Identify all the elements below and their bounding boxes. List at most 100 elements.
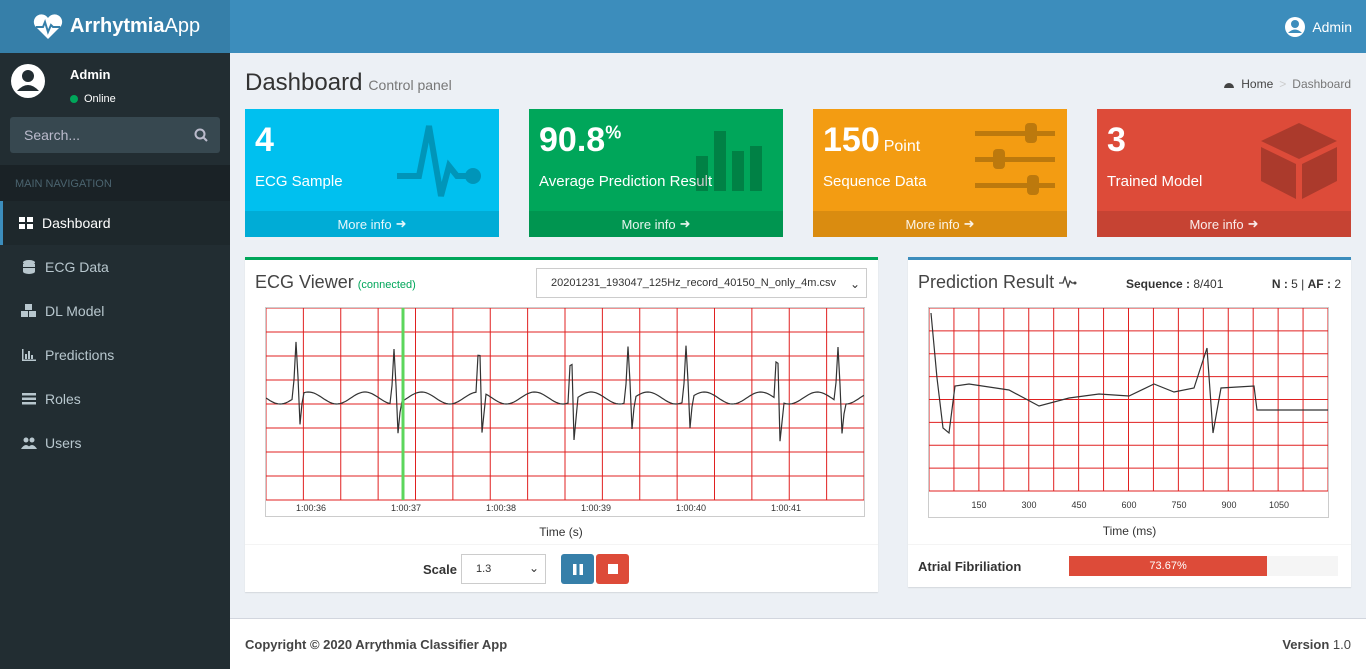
more-info-link[interactable]: More info ➜ <box>245 211 499 237</box>
version-value: 1.0 <box>1332 637 1351 652</box>
sidebar-item-dashboard[interactable]: Dashboard <box>0 201 230 245</box>
more-info-link[interactable]: More info ➜ <box>813 211 1067 237</box>
stat-value: 150 Point <box>823 121 920 160</box>
copyright-text: Copyright © 2020 Arrythmia Classifier Ap… <box>245 637 508 652</box>
more-info-link[interactable]: More info ➜ <box>1097 211 1351 237</box>
stat-number: 3 <box>1107 121 1126 159</box>
scale-select[interactable]: 1.3 ⌄ <box>461 554 546 584</box>
connection-status: (connected) <box>357 279 416 291</box>
search-icon[interactable] <box>194 128 208 142</box>
dashboard-icon <box>18 217 34 229</box>
version-info: Version 1.0 <box>1282 637 1351 652</box>
chevron-down-icon: ⌄ <box>528 561 539 575</box>
user-circle-icon <box>1285 16 1306 37</box>
pause-button[interactable] <box>561 554 594 584</box>
breadcrumb-separator: > <box>1279 77 1287 91</box>
sidebar: Admin Online Search... MAIN NAVIGATION D… <box>0 53 230 669</box>
more-info-text: More info <box>1189 216 1244 232</box>
chevron-down-icon: ⌄ <box>849 277 860 291</box>
sequence-value: 8/401 <box>1193 277 1224 291</box>
users-icon <box>21 437 37 449</box>
af-label: AF : <box>1307 277 1331 291</box>
stat-value: 3 <box>1107 121 1126 160</box>
status-text: Online <box>84 93 116 105</box>
arrow-circle-right-icon: ➜ <box>395 216 407 231</box>
more-info-link[interactable]: More info ➜ <box>529 211 783 237</box>
stat-label: Sequence Data <box>823 173 927 190</box>
stat-label: ECG Sample <box>255 173 343 190</box>
sliders-icon <box>975 123 1055 195</box>
ecg-chart-svg: 1:00:36 1:00:37 1:00:38 1:00:39 1:00:40 1:00:… <box>249 307 865 513</box>
panel-divider <box>908 544 1351 545</box>
arrow-circle-right-icon: ➜ <box>1247 216 1259 231</box>
x-tick-label: 1:00:40 <box>676 503 706 513</box>
page-title-text: Dashboard <box>245 69 363 96</box>
stat-box-sequence-data: 150 Point Sequence Data More info ➜ <box>813 109 1067 237</box>
result-progress-bar: 73.67% <box>1069 556 1338 576</box>
sidebar-nav: Dashboard ECG Data DL Model Predictions … <box>0 201 230 465</box>
footer: Copyright © 2020 Arrythmia Classifier Ap… <box>230 618 1366 669</box>
selected-file: 20201231_193047_125Hz_record_40150_N_onl… <box>551 277 836 289</box>
af-value: 2 <box>1334 277 1341 291</box>
stat-label: Trained Model <box>1107 173 1203 190</box>
prediction-chart: 1503004506007509001050Amplitude <box>910 307 1329 518</box>
nav-header: MAIN NAVIGATION <box>0 165 230 201</box>
breadcrumb-home[interactable]: Home <box>1241 77 1273 91</box>
sidebar-item-roles[interactable]: Roles <box>0 377 230 421</box>
sidebar-item-users[interactable]: Users <box>0 421 230 465</box>
x-tick-label: 750 <box>1171 500 1186 510</box>
sequence-label: Sequence : <box>1126 277 1191 291</box>
ecg-viewer-title: ECG Viewer (connected) <box>255 272 416 293</box>
top-navbar: Arrhytmia App Admin <box>0 0 1366 53</box>
prediction-title-text: Prediction Result <box>918 272 1055 292</box>
x-tick-label: 1050 <box>1269 500 1289 510</box>
panel-divider <box>245 544 878 545</box>
sidebar-item-label: Users <box>45 435 82 451</box>
stat-number: 150 <box>823 121 880 159</box>
list-icon <box>21 393 37 405</box>
more-info-text: More info <box>905 216 960 232</box>
n-value: 5 <box>1291 277 1298 291</box>
user-menu[interactable]: Admin <box>1284 0 1352 53</box>
stat-box-ecg-sample: 4 ECG Sample More info ➜ <box>245 109 499 237</box>
heartbeat-icon <box>397 125 481 197</box>
result-label: Atrial Fibriliation <box>918 559 1022 574</box>
cube-icon <box>1261 123 1337 199</box>
version-label: Version <box>1282 637 1330 652</box>
main-content: Dashboard Control panel Home > Dashboard … <box>230 53 1366 618</box>
app-logo[interactable]: Arrhytmia App <box>0 0 230 53</box>
user-panel: Admin Online <box>0 53 230 115</box>
prediction-title: Prediction Result <box>918 272 1077 293</box>
bar-chart-icon <box>696 131 762 191</box>
page-title: Dashboard Control panel <box>245 69 452 97</box>
search-input[interactable]: Search... <box>24 127 80 143</box>
x-tick-label: 1:00:36 <box>296 503 326 513</box>
heartbeat-logo-icon <box>33 13 63 39</box>
x-tick-label: 1:00:41 <box>771 503 801 513</box>
breadcrumb: Home > Dashboard <box>1223 77 1351 91</box>
sidebar-item-dl-model[interactable]: DL Model <box>0 289 230 333</box>
pause-icon <box>572 563 583 575</box>
x-tick-label: 150 <box>971 500 986 510</box>
breadcrumb-current: Dashboard <box>1292 77 1351 91</box>
online-dot-icon <box>70 95 78 103</box>
sidebar-item-predictions[interactable]: Predictions <box>0 333 230 377</box>
x-tick-label: 1:00:38 <box>486 503 516 513</box>
sidebar-search[interactable]: Search... <box>10 117 220 153</box>
stat-number: 4 <box>255 121 274 159</box>
header-user-name: Admin <box>1312 18 1352 35</box>
stop-button[interactable] <box>596 554 629 584</box>
x-tick-label: 600 <box>1121 500 1136 510</box>
ecg-file-select[interactable]: 20201231_193047_125Hz_record_40150_N_onl… <box>536 268 867 298</box>
x-tick-label: 1:00:39 <box>581 503 611 513</box>
arrow-circle-right-icon: ➜ <box>679 216 691 231</box>
sidebar-item-ecg-data[interactable]: ECG Data <box>0 245 230 289</box>
scale-value: 1.3 <box>476 563 492 575</box>
user-status: Online <box>70 93 116 105</box>
avatar <box>11 64 45 98</box>
stat-number: 90.8 <box>539 121 606 159</box>
heartbeat-icon <box>1059 274 1077 290</box>
sidebar-item-label: ECG Data <box>45 259 109 275</box>
cubes-icon <box>21 304 37 318</box>
ecg-chart: 1:00:36 1:00:37 1:00:38 1:00:39 1:00:40 1:00:… <box>249 307 865 517</box>
